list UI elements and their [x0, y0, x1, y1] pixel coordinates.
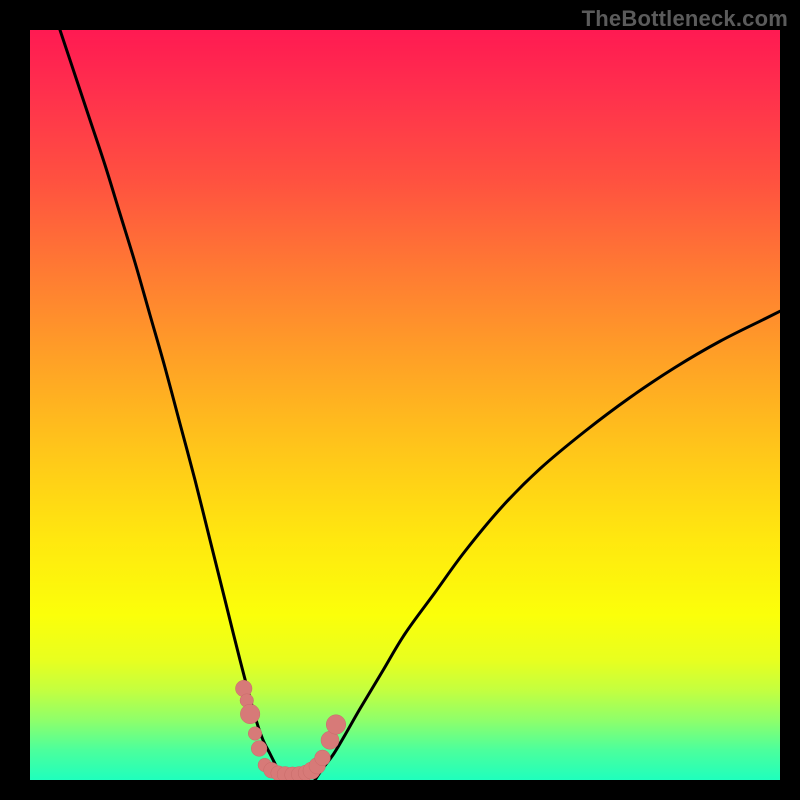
- chart-svg: [30, 30, 780, 780]
- watermark-text: TheBottleneck.com: [582, 6, 788, 32]
- data-marker: [251, 741, 267, 757]
- data-marker: [326, 715, 346, 735]
- data-marker: [248, 727, 262, 741]
- curve-left-branch: [60, 30, 283, 780]
- plot-area: [30, 30, 780, 780]
- curve-right-branch: [315, 311, 780, 780]
- data-marker: [315, 750, 331, 766]
- chart-frame: TheBottleneck.com: [0, 0, 800, 800]
- data-marker: [240, 704, 260, 724]
- marker-layer: [236, 680, 346, 780]
- curve-layer: [60, 30, 780, 780]
